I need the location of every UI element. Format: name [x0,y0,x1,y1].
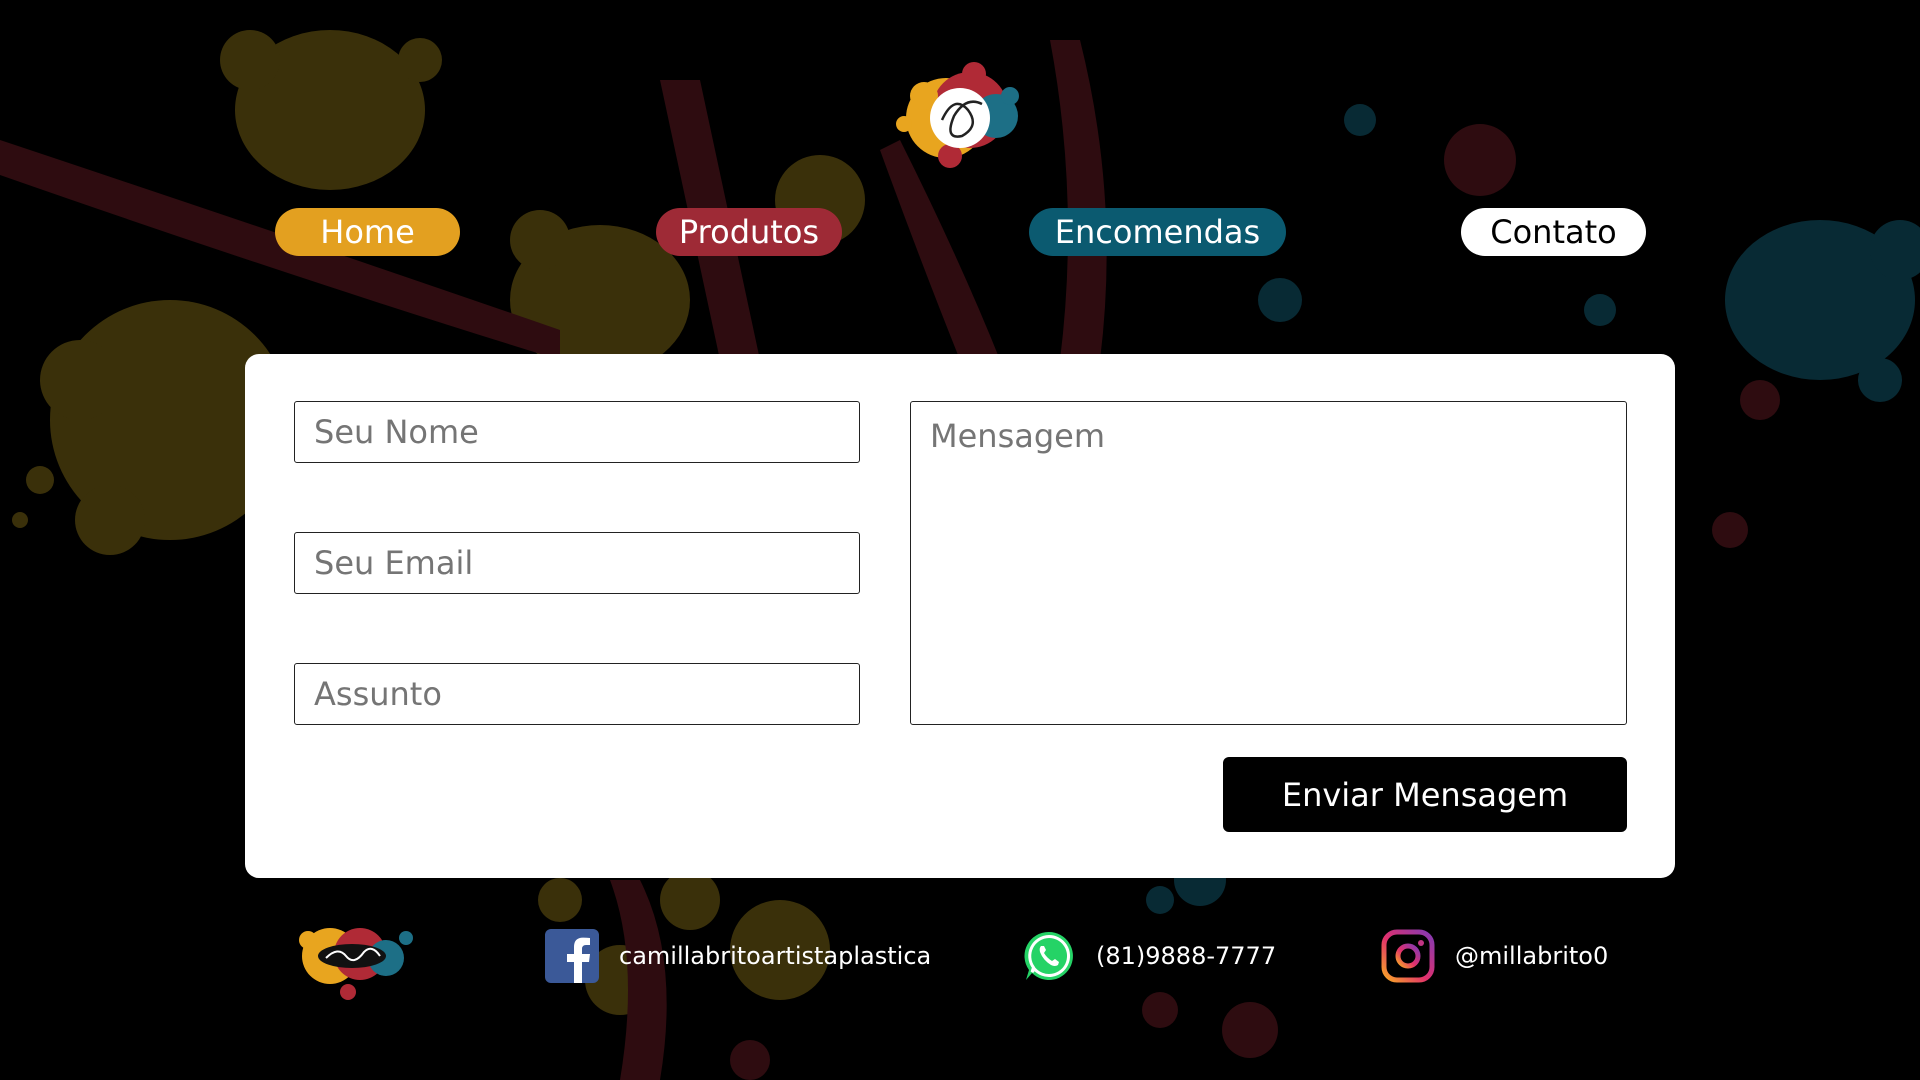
message-textarea[interactable] [910,401,1627,725]
footer-logo-icon [299,928,413,1000]
name-input[interactable] [294,401,860,463]
whatsapp-link[interactable]: (81)9888-7777 [1022,928,1276,984]
subject-input[interactable] [294,663,860,725]
email-input[interactable] [294,532,860,594]
instagram-link[interactable]: @millabrito0 [1381,928,1608,984]
nav-encomendas-button[interactable]: Encomendas [1029,208,1286,256]
facebook-handle[interactable]: camillabritoartistaplastica [619,942,931,970]
facebook-icon [545,929,599,983]
contact-form-panel: Enviar Mensagem [245,354,1675,878]
whatsapp-number[interactable]: (81)9888-7777 [1096,942,1276,970]
nav-produtos-button[interactable]: Produtos [656,208,842,256]
instagram-icon [1381,929,1435,983]
page: Home Produtos Encomendas Contato Enviar … [0,0,1920,1080]
instagram-handle[interactable]: @millabrito0 [1455,942,1608,970]
logo-icon[interactable] [884,44,1028,184]
send-message-button[interactable]: Enviar Mensagem [1223,757,1627,832]
nav-contato-button[interactable]: Contato [1461,208,1646,256]
facebook-link[interactable]: camillabritoartistaplastica [545,928,931,984]
nav-home-button[interactable]: Home [275,208,460,256]
whatsapp-icon [1024,931,1073,980]
